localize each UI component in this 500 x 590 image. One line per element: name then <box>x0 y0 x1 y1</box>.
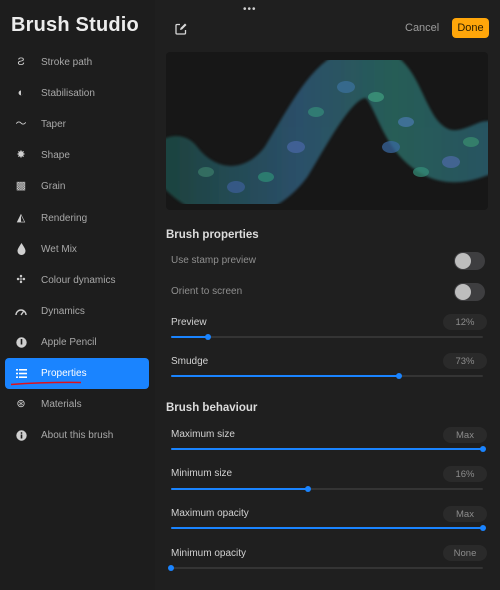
properties-icon <box>15 367 27 379</box>
shape-icon: ✸ <box>16 149 26 162</box>
apple-pencil-icon <box>15 336 27 348</box>
use-stamp-preview-toggle[interactable] <box>454 252 485 270</box>
preview-slider[interactable] <box>171 333 483 341</box>
sidebar-item-label: Colour dynamics <box>41 274 116 286</box>
sidebar-item-label: Apple Pencil <box>41 336 97 348</box>
main-panel: ••• Cancel Done Brush properties Use sta… <box>155 0 500 590</box>
brush-properties-heading: Brush properties <box>166 229 259 241</box>
grain-icon: ▩ <box>15 180 27 193</box>
slider-fill <box>171 488 309 490</box>
sidebar-item-stabilisation[interactable]: ◐ Stabilisation <box>5 78 149 109</box>
sidebar-item-label: Shape <box>41 150 70 162</box>
slider-track <box>171 567 483 569</box>
slider-fill <box>171 448 483 450</box>
maximum-size-label: Maximum size <box>171 429 235 440</box>
smudge-value-badge[interactable]: 73% <box>443 353 487 369</box>
minimum-opacity-slider[interactable] <box>168 564 483 572</box>
red-underline-annotation <box>10 381 82 386</box>
slider-fill <box>171 527 483 529</box>
minimum-opacity-label: Minimum opacity <box>171 548 247 559</box>
info-icon <box>15 430 27 442</box>
sidebar-item-label: Taper <box>41 119 67 131</box>
preview-slider-label: Preview <box>171 317 207 328</box>
brush-stroke-preview <box>166 52 488 210</box>
sidebar-item-rendering[interactable]: ◭ Rendering <box>5 202 149 233</box>
stabilisation-icon: ◐ <box>17 87 25 100</box>
more-handle-icon[interactable]: ••• <box>243 4 257 15</box>
sidebar-nav: Ƨ Stroke path ◐ Stabilisation 〜 Taper ✸ Shap… <box>0 47 155 451</box>
maximum-opacity-label: Maximum opacity <box>171 508 249 519</box>
maximum-opacity-slider[interactable] <box>171 524 486 532</box>
sidebar: Brush Studio Ƨ Stroke path ◐ Stabilisation… <box>0 0 155 590</box>
sidebar-item-about-this-brush[interactable]: About this brush <box>5 420 149 451</box>
slider-fill <box>171 375 399 377</box>
sidebar-item-label: Grain <box>41 181 66 193</box>
minimum-size-label: Minimum size <box>171 468 233 479</box>
toggle-knob <box>455 253 471 269</box>
cancel-button[interactable]: Cancel <box>405 22 439 34</box>
sidebar-item-label: Wet Mix <box>41 243 77 255</box>
sidebar-item-label: Rendering <box>41 212 88 224</box>
done-button[interactable]: Done <box>452 18 489 38</box>
smudge-slider-label: Smudge <box>171 356 209 367</box>
stroke-preview-image <box>166 52 488 210</box>
sidebar-item-dynamics[interactable]: Dynamics <box>5 296 149 327</box>
maximum-opacity-value-badge[interactable]: Max <box>443 506 487 522</box>
maximum-size-value-badge[interactable]: Max <box>443 427 487 443</box>
sidebar-item-wet-mix[interactable]: Wet Mix <box>5 234 149 265</box>
edit-icon[interactable] <box>174 22 188 36</box>
stroke-path-icon: Ƨ <box>17 56 25 69</box>
minimum-size-slider[interactable] <box>171 485 483 493</box>
sidebar-item-properties[interactable]: Properties <box>5 357 149 390</box>
minimum-size-value-badge[interactable]: 16% <box>443 466 487 482</box>
sidebar-item-label: Materials <box>41 399 82 411</box>
sidebar-item-label: Stroke path <box>41 57 93 69</box>
sidebar-item-taper[interactable]: 〜 Taper <box>5 109 149 140</box>
materials-icon: ⊛ <box>16 398 26 411</box>
sidebar-item-label: Properties <box>41 367 87 379</box>
sidebar-item-colour-dynamics[interactable]: ✣ Colour dynamics <box>5 265 149 296</box>
maximum-size-slider[interactable] <box>171 445 486 453</box>
sidebar-item-apple-pencil[interactable]: Apple Pencil <box>5 327 149 358</box>
taper-icon: 〜 <box>15 118 27 131</box>
sidebar-item-label: Dynamics <box>41 305 85 317</box>
orient-to-screen-toggle[interactable] <box>454 283 485 301</box>
minimum-opacity-value-badge[interactable]: None <box>443 545 487 561</box>
brush-behaviour-heading: Brush behaviour <box>166 402 258 414</box>
rendering-icon: ◭ <box>16 211 26 224</box>
sidebar-item-label: Stabilisation <box>41 88 95 100</box>
sidebar-item-label: About this brush <box>41 430 114 442</box>
slider-thumb[interactable] <box>480 525 486 531</box>
slider-thumb[interactable] <box>205 334 212 340</box>
sidebar-item-shape[interactable]: ✸ Shape <box>5 140 149 171</box>
slider-track <box>171 336 483 338</box>
smudge-slider[interactable] <box>171 372 483 380</box>
dynamics-icon <box>15 305 27 317</box>
use-stamp-preview-label: Use stamp preview <box>171 255 257 266</box>
orient-to-screen-label: Orient to screen <box>171 286 243 297</box>
toggle-knob <box>455 284 471 300</box>
slider-fill <box>171 336 209 338</box>
slider-thumb[interactable] <box>305 486 312 492</box>
preview-value-badge[interactable]: 12% <box>443 314 487 330</box>
slider-thumb[interactable] <box>168 565 174 571</box>
slider-thumb[interactable] <box>395 373 402 379</box>
app-title: Brush Studio <box>11 14 139 36</box>
colour-dynamics-icon: ✣ <box>16 273 26 286</box>
sidebar-item-stroke-path[interactable]: Ƨ Stroke path <box>5 47 149 78</box>
sidebar-item-grain[interactable]: ▩ Grain <box>5 171 149 202</box>
sidebar-item-materials[interactable]: ⊛ Materials <box>5 389 149 420</box>
wet-mix-icon <box>15 243 27 256</box>
slider-thumb[interactable] <box>480 446 486 452</box>
